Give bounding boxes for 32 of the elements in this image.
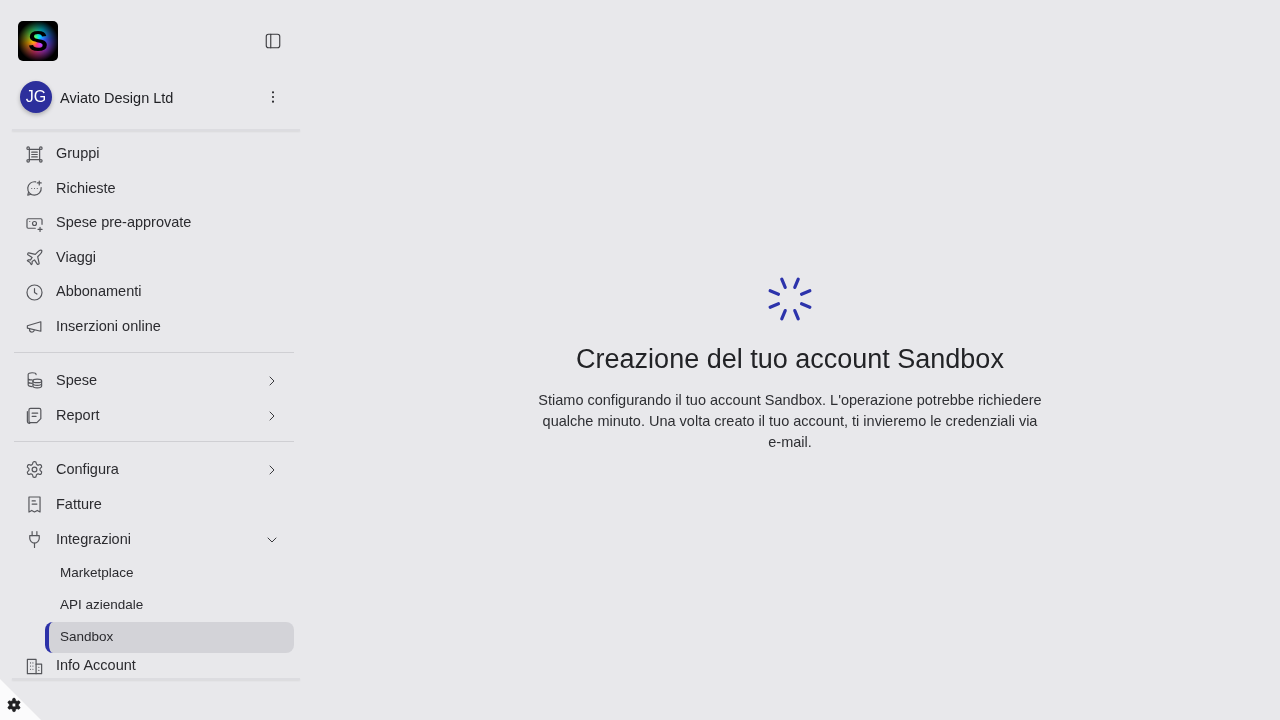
sidebar-subitem[interactable]: Marketplace bbox=[45, 558, 294, 589]
sidebar-item[interactable]: Report bbox=[14, 398, 294, 433]
sidebar-item[interactable]: Integrazioni bbox=[14, 522, 294, 557]
building-icon bbox=[25, 656, 44, 676]
sidebar-toggle-icon[interactable] bbox=[264, 32, 282, 50]
chat-plus-icon bbox=[25, 179, 44, 199]
coins-icon bbox=[25, 371, 44, 390]
avatar: JG bbox=[20, 81, 52, 113]
sidebar-item[interactable]: Viaggi bbox=[14, 240, 294, 275]
sidebar-subitem[interactable]: Sandbox bbox=[45, 622, 294, 653]
plane-icon bbox=[25, 248, 44, 268]
sidebar-subitem[interactable]: API aziendale bbox=[45, 590, 294, 621]
sidebar-item[interactable]: Info Account bbox=[14, 654, 294, 678]
sidebar-item[interactable]: Inserzioni online bbox=[14, 309, 294, 344]
page-title: Creazione del tuo account Sandbox bbox=[576, 343, 1004, 376]
status-message: Stiamo configurando il tuo account Sandbox. L'operazione potrebbe richiedere qualche minuto. Una volta creato il tuo account, ti invieremo le credenziali via e-mail. bbox=[537, 390, 1043, 452]
clock-icon bbox=[25, 282, 44, 302]
sidebar-item[interactable]: Configura bbox=[14, 452, 294, 487]
sidebar-item[interactable]: Fatture bbox=[14, 487, 294, 522]
app-logo: S bbox=[18, 21, 58, 61]
gear-icon bbox=[25, 460, 44, 479]
sidebar-item[interactable]: Spese bbox=[14, 363, 294, 398]
document-icon bbox=[25, 406, 44, 425]
sidebar-item[interactable]: Spese pre-approvate bbox=[14, 206, 294, 241]
gear-icon bbox=[6, 697, 22, 713]
frame-icon bbox=[25, 144, 44, 164]
settings-corner-button[interactable] bbox=[0, 679, 41, 720]
receipt-icon bbox=[25, 495, 44, 514]
sidebar-item[interactable]: Richieste bbox=[14, 171, 294, 206]
sidebar-item[interactable]: Gruppi bbox=[14, 137, 294, 172]
account-name: Aviato Design Ltd bbox=[60, 88, 175, 108]
sidebar-item[interactable]: Abbonamenti bbox=[14, 275, 294, 310]
